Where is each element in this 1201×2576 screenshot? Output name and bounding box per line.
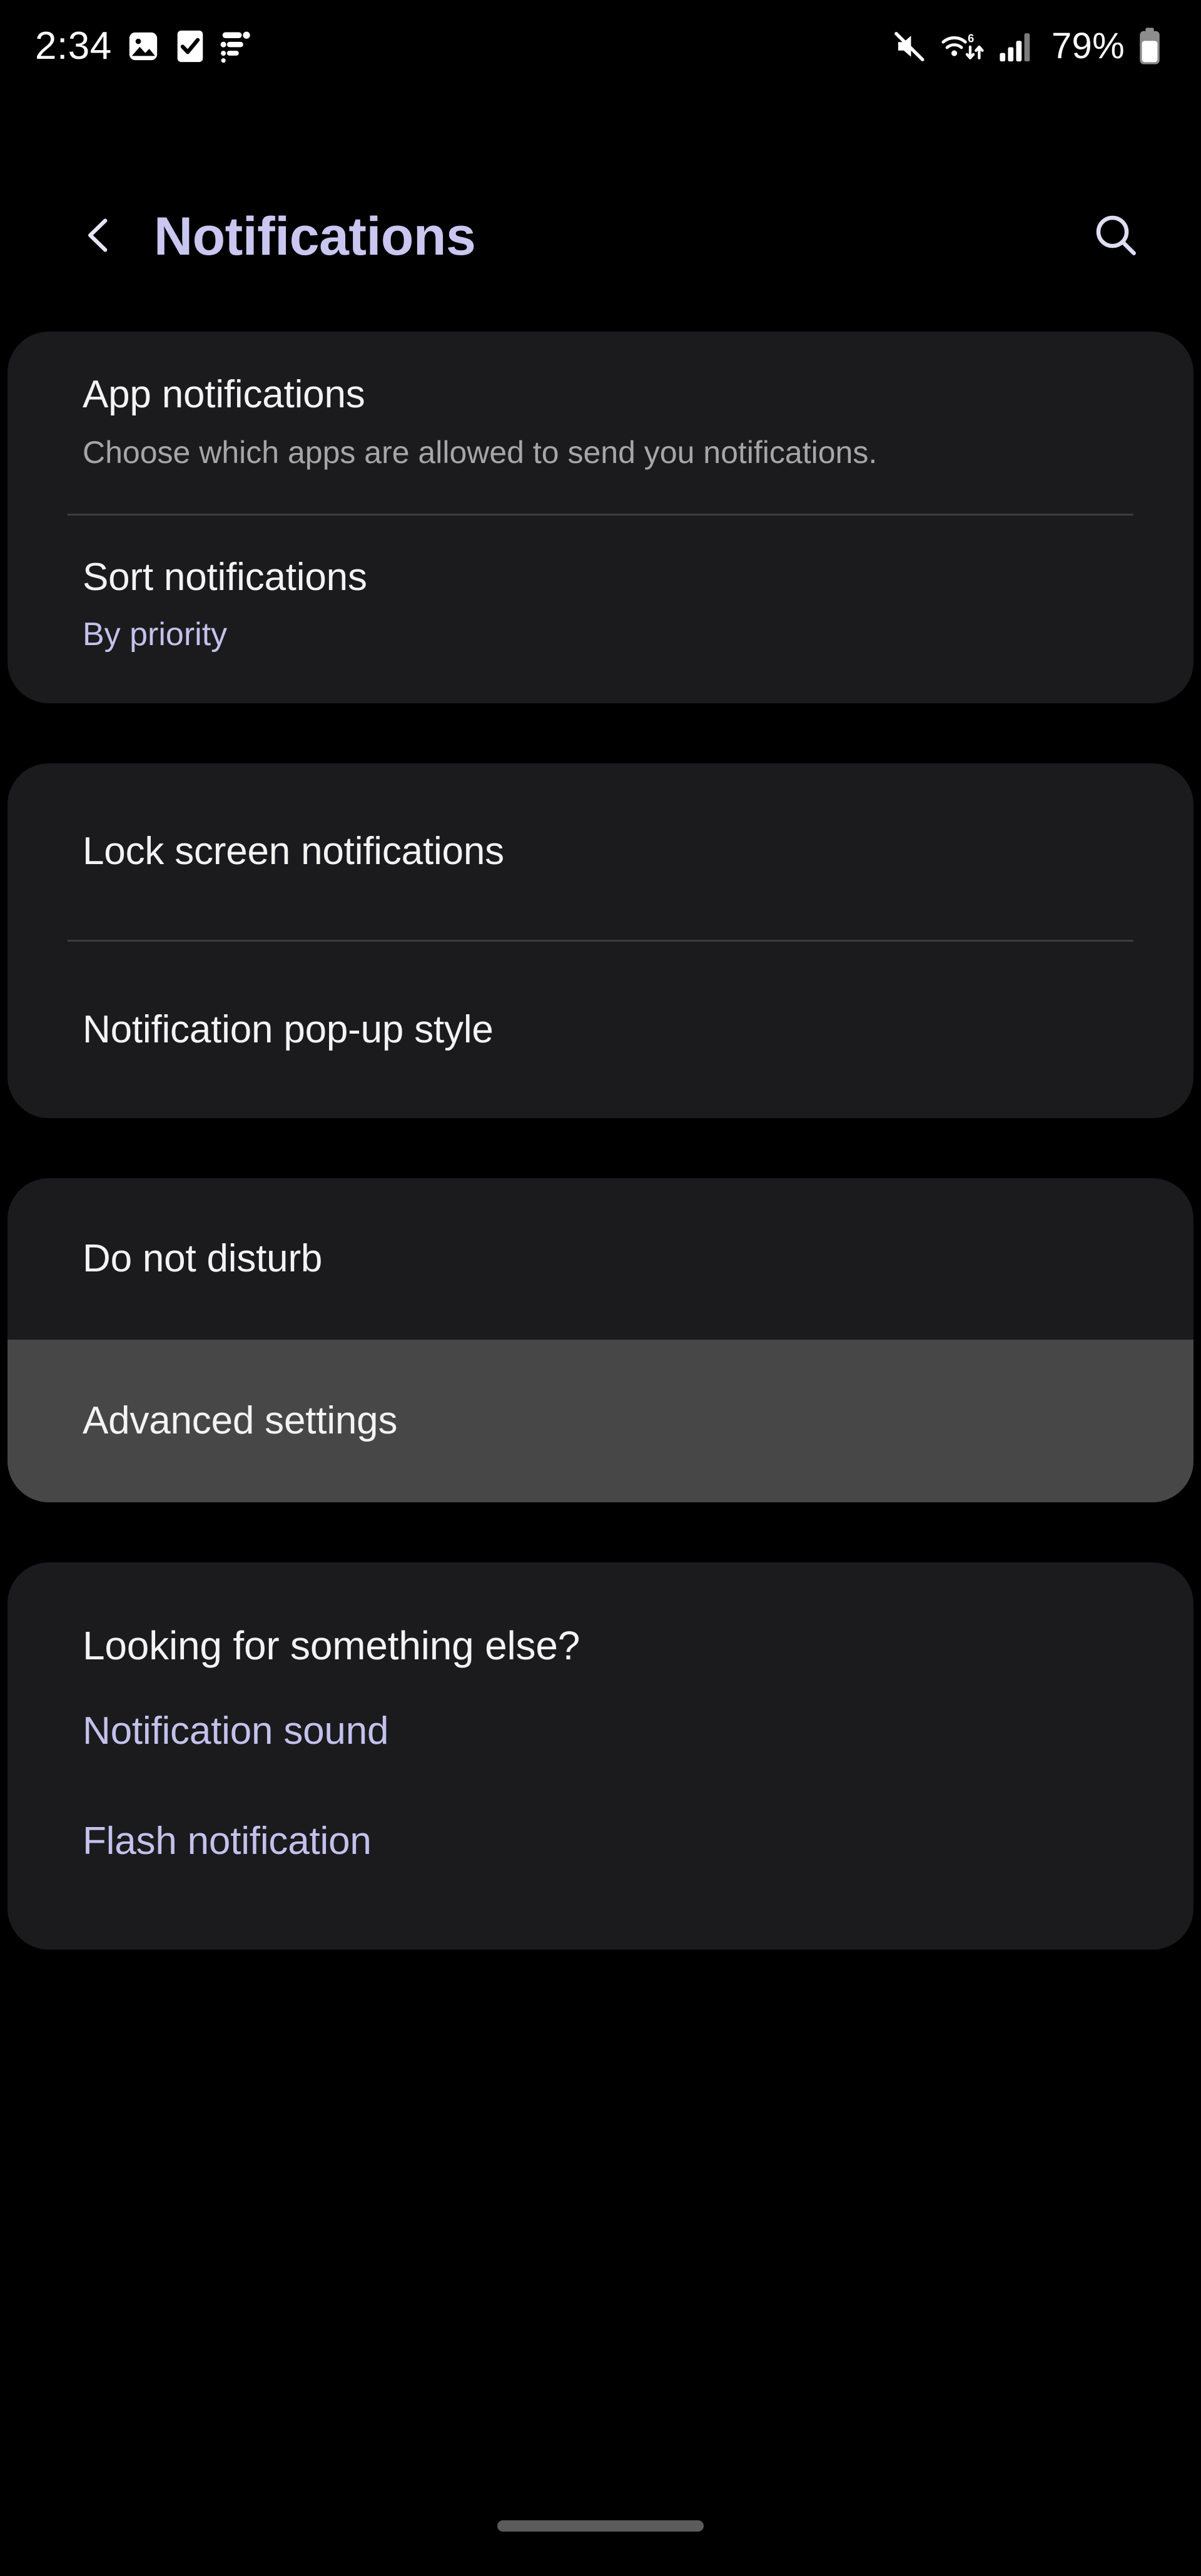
cellular-signal-icon	[998, 28, 1035, 64]
back-button[interactable]	[70, 208, 128, 265]
card-heading: Looking for something else?	[83, 1622, 580, 1668]
status-bar: 2:34 6 79%	[0, 0, 1201, 93]
related-link-notification-sound[interactable]: Notification sound	[8, 1676, 1193, 1786]
link-label: Notification sound	[83, 1709, 389, 1753]
volume-mute-icon	[891, 28, 928, 64]
settings-card-looking-for-something-else: Looking for something else? Notification…	[8, 1562, 1193, 1950]
photo-icon	[126, 29, 161, 64]
status-bar-right: 6 79%	[891, 27, 1162, 66]
card-bottom-padding	[8, 1896, 1193, 1950]
wifi-6-icon: 6	[940, 28, 985, 64]
list-filter-icon	[220, 28, 252, 64]
status-bar-clock: 2:34	[35, 24, 112, 68]
setting-title: Lock screen notifications	[83, 830, 504, 873]
search-button[interactable]	[1085, 205, 1147, 268]
setting-row-app-notifications[interactable]: App notifications Choose which apps are …	[8, 332, 1193, 514]
setting-title: Advanced settings	[83, 1399, 398, 1443]
settings-card-lock-screen: Lock screen notifications Notification p…	[8, 763, 1193, 1118]
setting-row-lock-screen-notifications[interactable]: Lock screen notifications	[8, 763, 1193, 940]
setting-row-notification-popup-style[interactable]: Notification pop-up style	[8, 942, 1193, 1118]
setting-title: App notifications	[83, 373, 365, 416]
link-label: Flash notification	[83, 1819, 372, 1863]
svg-text:6: 6	[968, 32, 974, 45]
battery-icon	[1137, 27, 1162, 66]
setting-row-sort-notifications[interactable]: Sort notifications By priority	[8, 516, 1193, 703]
setting-row-advanced-settings[interactable]: Advanced settings	[8, 1339, 1193, 1502]
settings-card-app-notifications: App notifications Choose which apps are …	[8, 332, 1193, 703]
search-icon	[1090, 210, 1142, 264]
page-header: Notifications	[0, 174, 1201, 299]
setting-description: Choose which apps are allowed to send yo…	[83, 435, 878, 471]
chevron-left-icon	[76, 213, 121, 261]
page-title: Notifications	[154, 206, 476, 267]
card-heading-container: Looking for something else?	[8, 1562, 1193, 1676]
home-gesture-pill[interactable]	[497, 2520, 704, 2532]
setting-title: Sort notifications	[83, 556, 367, 599]
settings-list: App notifications Choose which apps are …	[0, 332, 1201, 1950]
battery-percentage: 79%	[1052, 26, 1125, 66]
setting-title: Notification pop-up style	[83, 1008, 494, 1052]
phone-screen: 2:34 6 79% Notifications App notificatio…	[0, 0, 1201, 2576]
setting-current-value: By priority	[83, 616, 228, 653]
settings-card-advanced: Do not disturb Advanced settings	[8, 1178, 1193, 1502]
setting-row-do-not-disturb[interactable]: Do not disturb	[8, 1178, 1193, 1340]
gesture-navigation-bar	[0, 2476, 1201, 2576]
status-bar-left: 2:34	[35, 27, 252, 66]
setting-title: Do not disturb	[83, 1237, 323, 1281]
related-link-flash-notification[interactable]: Flash notification	[8, 1786, 1193, 1896]
task-checkbox-icon	[175, 28, 206, 64]
